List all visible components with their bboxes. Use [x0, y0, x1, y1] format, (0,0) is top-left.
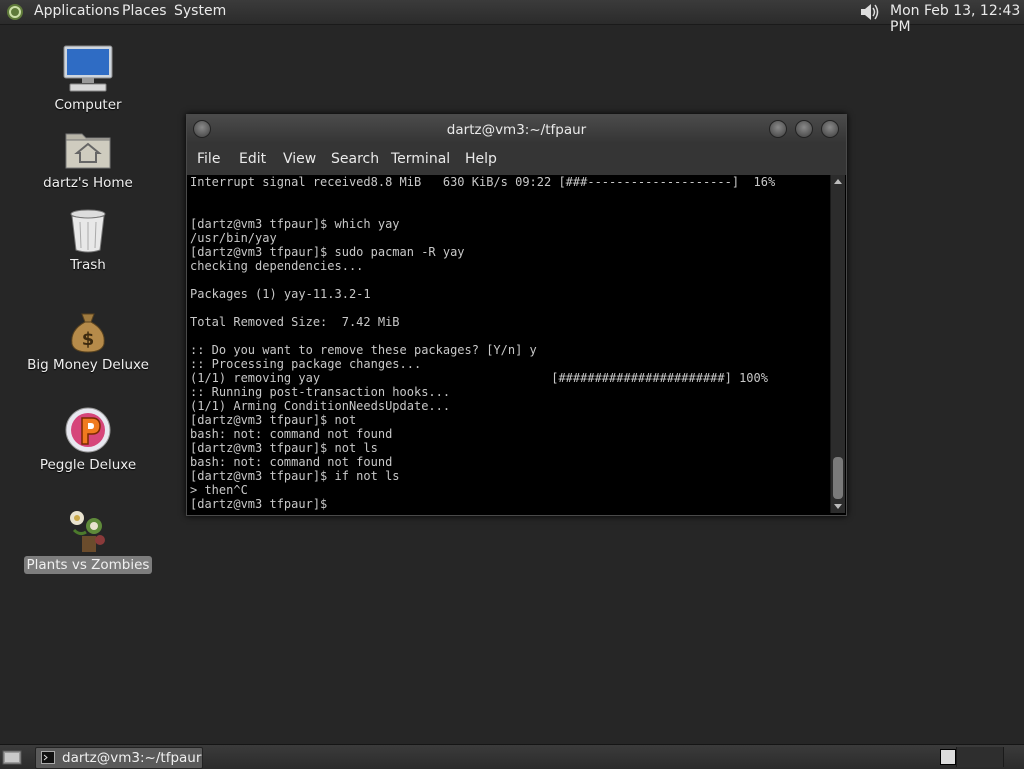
plants-vs-zombies-icon	[70, 511, 105, 552]
scroll-up-arrow-icon[interactable]	[834, 179, 842, 184]
desktop-icon-computer[interactable]: Computer	[23, 44, 153, 114]
taskbar-item-terminal[interactable]: dartz@vm3:~/tfpaur	[35, 747, 203, 769]
terminal-output[interactable]: Interrupt signal received8.8 MiB 630 KiB…	[187, 175, 830, 515]
terminal-text: Interrupt signal received8.8 MiB 630 KiB…	[190, 175, 776, 511]
top-panel: Applications Places System Mon Feb 13, 1…	[0, 0, 1024, 35]
menu-search[interactable]: Search	[331, 151, 379, 167]
trash-icon	[70, 209, 106, 253]
money-bag-icon: $	[71, 313, 105, 353]
menu-file[interactable]: File	[197, 151, 220, 167]
show-desktop-icon[interactable]	[2, 748, 22, 766]
scroll-down-arrow-icon[interactable]	[834, 504, 842, 509]
desktop-icon-big-money[interactable]: $ Big Money Deluxe	[23, 310, 153, 374]
places-menu[interactable]: Places	[122, 3, 167, 19]
menu-help[interactable]: Help	[465, 151, 497, 167]
workspace-1[interactable]	[940, 749, 956, 765]
desktop-icon-plants-vs-zombies[interactable]: Plants vs Zombies	[23, 506, 153, 574]
clock[interactable]: Mon Feb 13, 12:43 PM	[890, 3, 1024, 35]
terminal-menubar: File Edit View Search Terminal Help	[187, 143, 846, 175]
desktop-icon-label: Trash	[70, 257, 106, 273]
desktop-icon-label: Computer	[54, 97, 122, 113]
desktop-icon-label: dartz's Home	[43, 175, 133, 191]
desktop-icon-label: Peggle Deluxe	[39, 457, 137, 473]
system-menu[interactable]: System	[174, 3, 226, 19]
terminal-window[interactable]: dartz@vm3:~/tfpaur File Edit View Search…	[186, 114, 847, 516]
desktop-icon-label: Big Money Deluxe	[27, 357, 149, 373]
home-folder-icon	[65, 133, 111, 169]
taskbar-item-label: dartz@vm3:~/tfpaur	[62, 750, 202, 766]
scrollbar-thumb[interactable]	[833, 457, 843, 499]
desktop-icon-home[interactable]: dartz's Home	[23, 126, 153, 192]
window-titlebar[interactable]: dartz@vm3:~/tfpaur	[187, 115, 846, 143]
menu-view[interactable]: View	[283, 151, 316, 167]
svg-text:$: $	[82, 329, 95, 350]
terminal-scrollbar[interactable]	[830, 175, 845, 513]
bottom-panel: dartz@vm3:~/tfpaur	[0, 744, 1024, 769]
distro-logo-icon[interactable]	[6, 3, 24, 21]
menu-edit[interactable]: Edit	[239, 151, 266, 167]
peggle-icon	[65, 407, 111, 453]
desktop-icon-peggle[interactable]: Peggle Deluxe	[23, 406, 153, 474]
desktop-icon-trash[interactable]: Trash	[23, 208, 153, 274]
maximize-button[interactable]	[795, 120, 813, 138]
menu-terminal[interactable]: Terminal	[391, 151, 450, 167]
window-title: dartz@vm3:~/tfpaur	[446, 122, 587, 138]
terminal-icon	[41, 751, 55, 764]
volume-icon[interactable]	[858, 2, 880, 22]
computer-icon	[63, 45, 113, 92]
desktop-icon-label: Plants vs Zombies	[23, 556, 153, 574]
minimize-button[interactable]	[769, 120, 787, 138]
workspace-2[interactable]	[956, 747, 1004, 767]
close-button[interactable]	[821, 120, 839, 138]
applications-menu[interactable]: Applications	[34, 3, 120, 19]
